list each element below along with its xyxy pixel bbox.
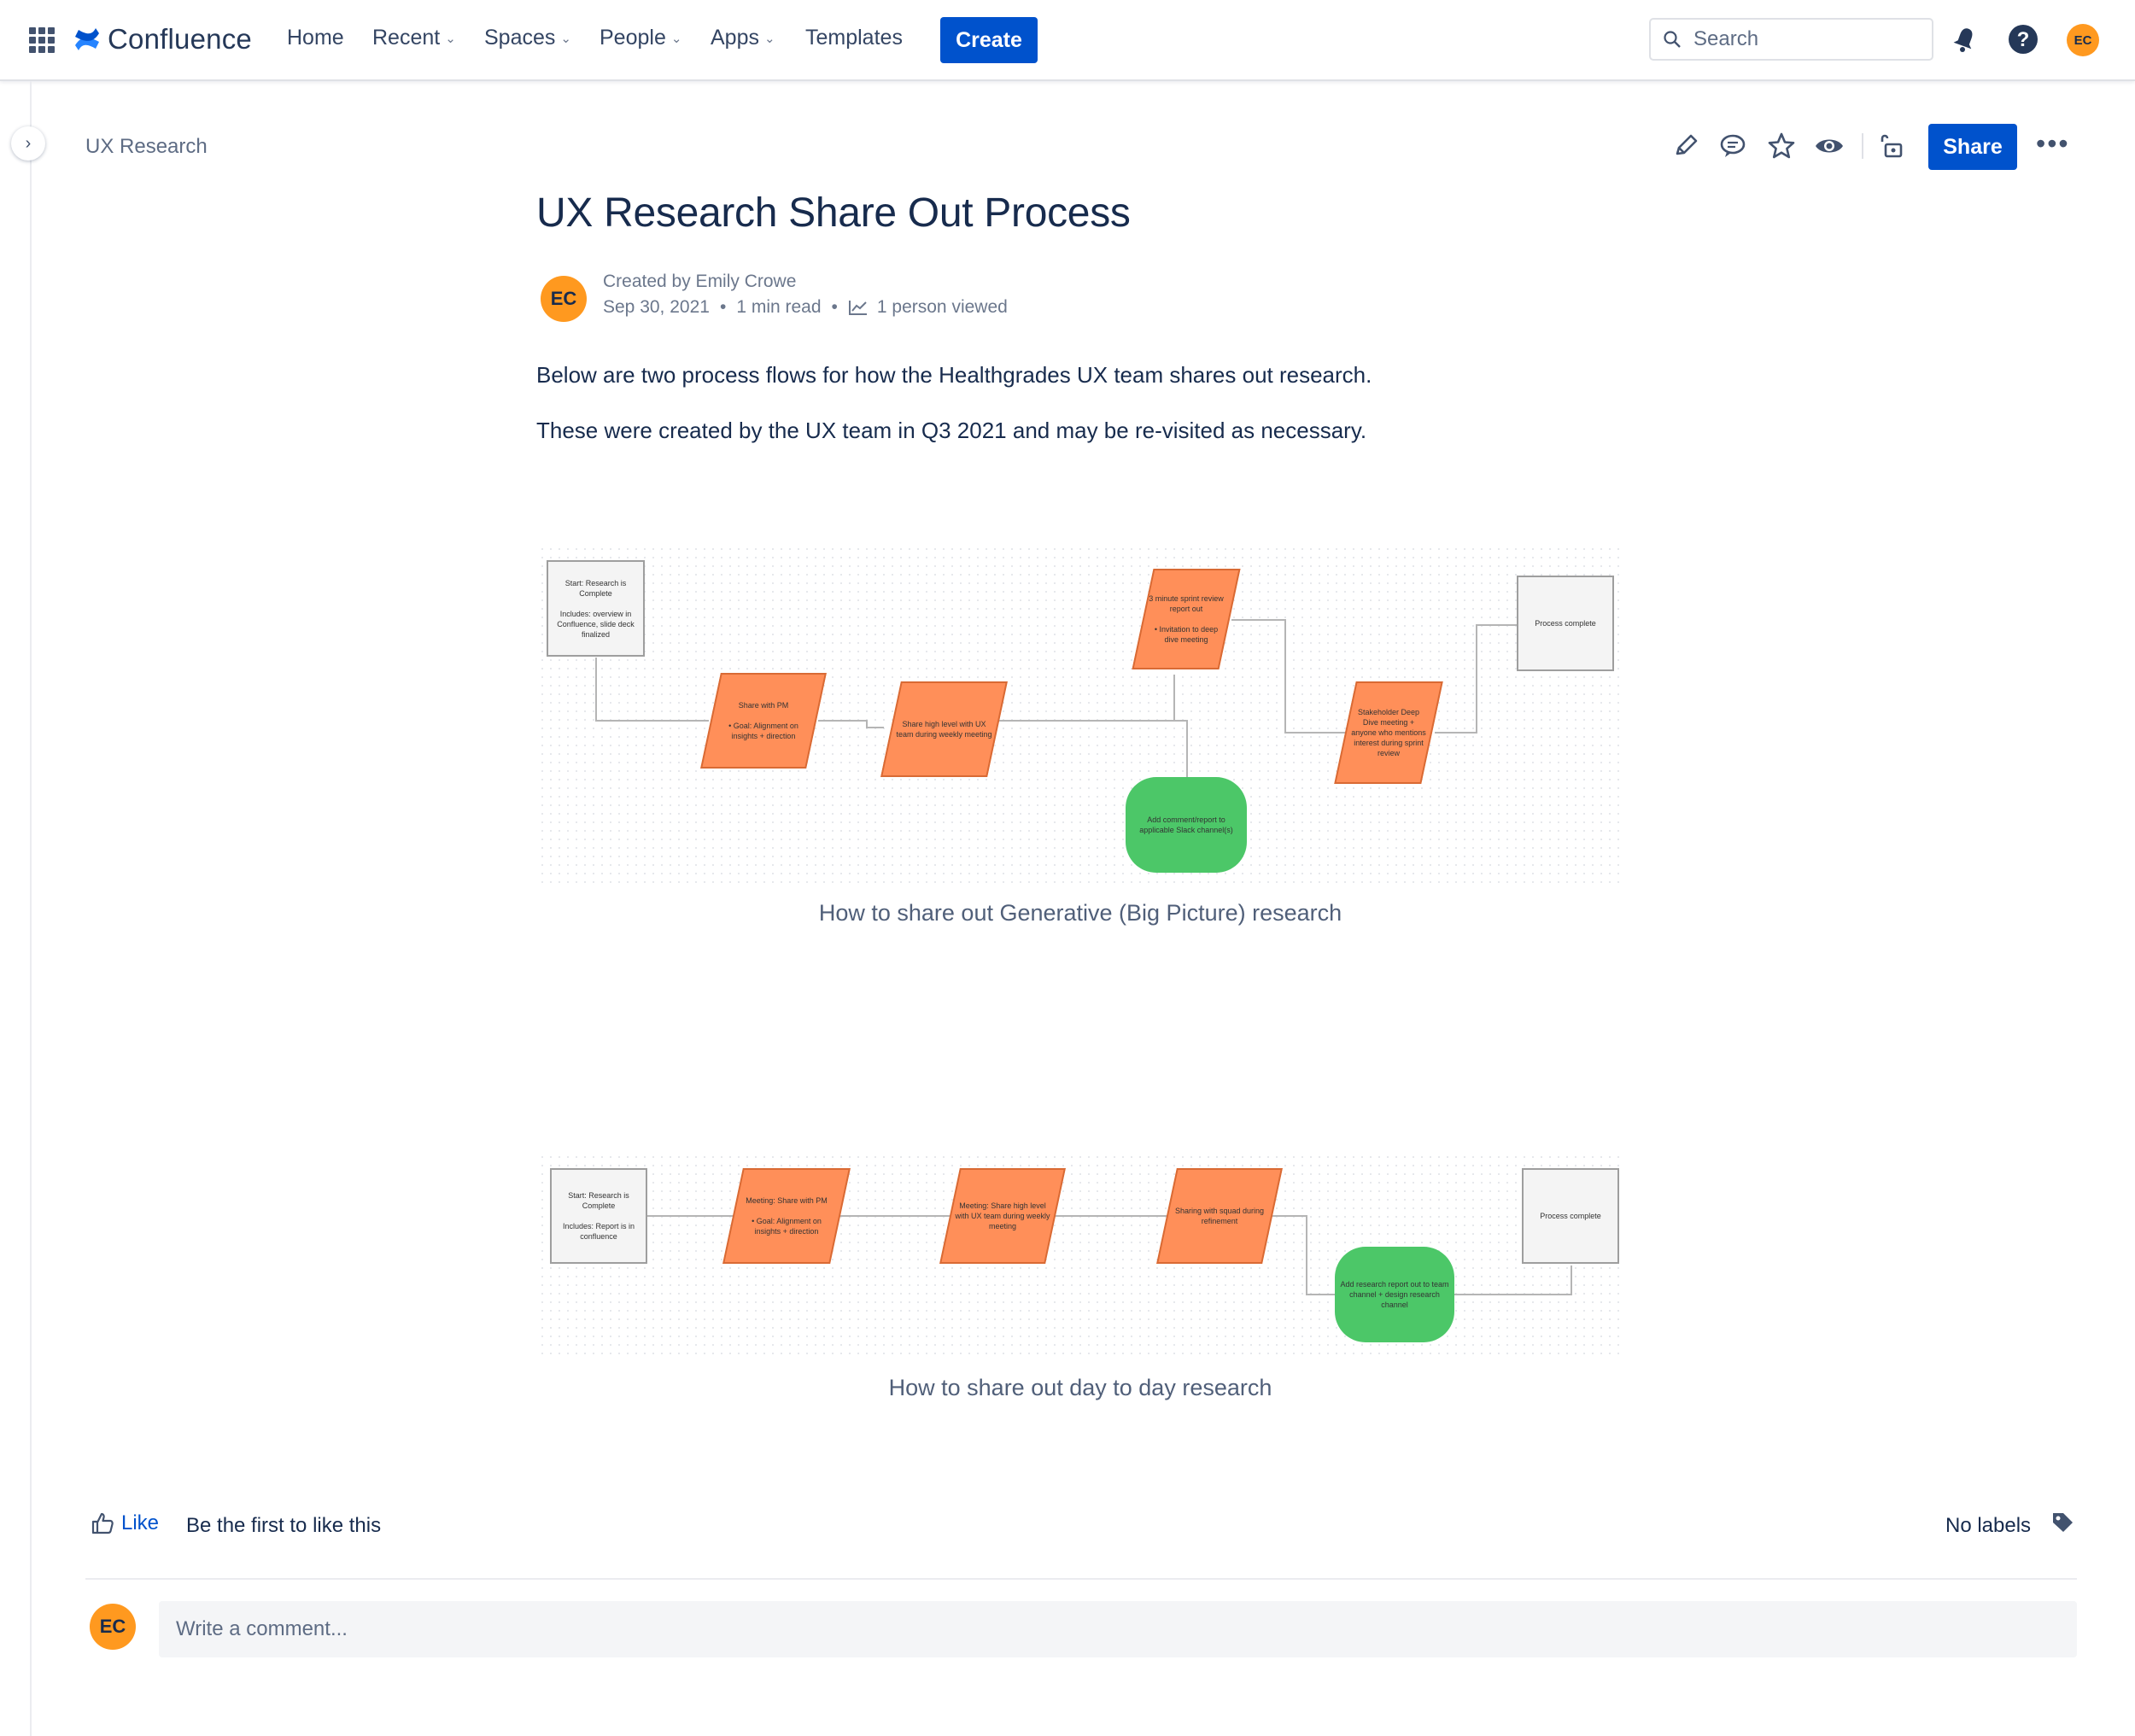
diagram-node-slack: Add comment/report to applicable Slack c…: [1126, 777, 1247, 873]
notifications-icon[interactable]: [1952, 24, 1978, 53]
star-icon[interactable]: [1767, 132, 1796, 161]
diagram-node-start: Start: Research is Complete Includes: Re…: [550, 1168, 647, 1264]
chevron-right-icon: ›: [25, 133, 32, 153]
nav-apps[interactable]: Apps ⌄: [711, 26, 775, 50]
diagram-node-squad: Sharing with squad during refinement: [1156, 1168, 1283, 1264]
sidebar-collapsed: [0, 81, 32, 1736]
created-by[interactable]: Created by Emily Crowe: [603, 272, 796, 292]
intro-paragraph: Below are two process flows for how the …: [536, 362, 1372, 388]
edit-icon[interactable]: [1672, 132, 1701, 161]
diagram-node-start: Start: Research is Complete Includes: ov…: [547, 560, 645, 657]
diagram-node-meeting-weekly: Meeting: Share high level with UX team d…: [939, 1168, 1066, 1264]
diagram-connectors: [595, 619, 1517, 777]
like-prompt: Be the first to like this: [186, 1514, 382, 1537]
like-label: Like: [121, 1511, 160, 1534]
diagram-node-complete: Process complete: [1522, 1168, 1619, 1264]
process-diagram-generative[interactable]: Start: Research is Complete Includes: ov…: [538, 545, 1623, 886]
nav-templates-label: Templates: [805, 26, 903, 50]
share-button[interactable]: Share: [1928, 124, 2017, 170]
view-count[interactable]: 1 person viewed: [877, 297, 1008, 318]
top-navigation: Confluence Home Recent ⌄ Spaces ⌄ People ⌄ …: [0, 0, 2135, 81]
confluence-icon: [75, 28, 99, 50]
nav-templates[interactable]: Templates: [805, 26, 903, 50]
breadcrumb[interactable]: UX Research: [85, 135, 208, 159]
nav-spaces[interactable]: Spaces ⌄: [484, 26, 571, 50]
diagram-node-share-weekly: Share high level with UX team during wee…: [880, 681, 1008, 777]
nav-apps-label: Apps: [711, 26, 759, 50]
comment-box[interactable]: [159, 1601, 2077, 1657]
thumbs-up-icon: [91, 1512, 114, 1534]
chevron-down-icon: ⌄: [560, 31, 571, 46]
diagram-connectors: [647, 1215, 1572, 1295]
nav-people-label: People: [600, 26, 666, 50]
labels-text: No labels: [1945, 1514, 2032, 1537]
diagram-node-meeting-pm: Meeting: Share with PM • Goal: Alignment…: [722, 1168, 851, 1264]
created-date[interactable]: Sep 30, 2021: [603, 297, 710, 318]
process-diagram-day-to-day[interactable]: Start: Research is Complete Includes: Re…: [538, 1153, 1623, 1358]
watch-icon[interactable]: [1814, 132, 1845, 161]
analytics-icon: [848, 301, 867, 315]
nav-recent-label: Recent: [372, 26, 441, 50]
toolbar-divider: [1862, 133, 1863, 159]
svg-text:?: ?: [2017, 28, 2030, 51]
diagram-caption: How to share out day to day research: [888, 1375, 1272, 1400]
restrictions-icon[interactable]: [1877, 132, 1906, 161]
user-avatar[interactable]: EC: [2067, 24, 2099, 56]
comment-icon[interactable]: [1718, 132, 1747, 161]
search-icon: [1664, 31, 1681, 48]
nav-home-label: Home: [287, 26, 344, 50]
help-icon[interactable]: ?: [2008, 24, 2038, 55]
expand-sidebar-button[interactable]: ›: [11, 126, 45, 161]
author-avatar[interactable]: EC: [541, 276, 587, 322]
app-name: Confluence: [108, 23, 252, 55]
separator-dot: •: [719, 297, 727, 317]
chevron-down-icon: ⌄: [445, 31, 456, 46]
create-button[interactable]: Create: [940, 17, 1038, 63]
comment-input[interactable]: [174, 1616, 2077, 1642]
like-button[interactable]: Like: [91, 1511, 159, 1535]
confluence-logo[interactable]: Confluence: [73, 23, 252, 56]
diagram-node-share-pm: Share with PM • Goal: Alignment on insig…: [700, 673, 827, 769]
nav-spaces-label: Spaces: [484, 26, 556, 50]
app-switcher-icon[interactable]: [29, 27, 55, 53]
tag-icon[interactable]: [2050, 1510, 2075, 1535]
diagram-node-complete: Process complete: [1517, 576, 1614, 671]
chevron-down-icon: ⌄: [763, 31, 775, 46]
more-actions-button[interactable]: •••: [2036, 130, 2070, 157]
page-metadata: Sep 30, 2021 • 1 min read • 1 person vie…: [603, 297, 1008, 318]
nav-recent[interactable]: Recent ⌄: [372, 26, 456, 50]
commenter-avatar: EC: [90, 1604, 136, 1650]
diagram-node-team-channel: Add research report out to team channel …: [1335, 1247, 1454, 1342]
nav-home[interactable]: Home: [287, 26, 344, 50]
search-input[interactable]: [1692, 26, 1900, 52]
footer-divider: [85, 1578, 2077, 1580]
chevron-down-icon: ⌄: [670, 31, 682, 46]
separator-dot: •: [831, 297, 838, 317]
search-box[interactable]: [1649, 18, 1933, 61]
nav-people[interactable]: People ⌄: [600, 26, 681, 50]
intro-paragraph: These were created by the UX team in Q3 …: [536, 418, 1367, 443]
diagram-caption: How to share out Generative (Big Picture…: [818, 900, 1342, 926]
read-time: 1 min read: [736, 297, 822, 317]
page-title: UX Research Share Out Process: [536, 190, 1131, 236]
